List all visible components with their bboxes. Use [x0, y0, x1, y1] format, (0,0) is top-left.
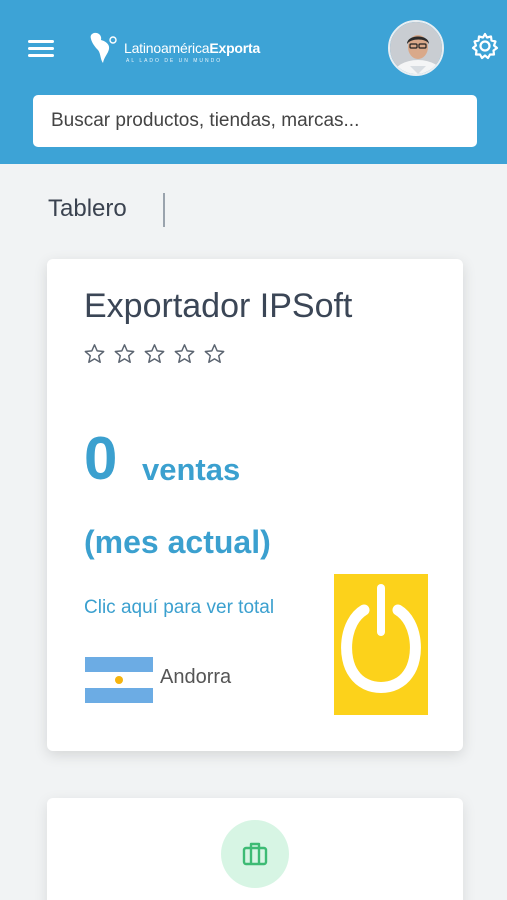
exporter-name: Exportador IPSoft: [84, 287, 353, 325]
breadcrumb-divider: [163, 193, 165, 227]
avatar[interactable]: [388, 20, 444, 76]
argentina-flag-icon: [85, 657, 153, 703]
rating-stars: [83, 343, 226, 365]
star-icon[interactable]: [113, 343, 136, 365]
star-icon[interactable]: [143, 343, 166, 365]
breadcrumb: Tablero: [48, 195, 127, 222]
avatar-image: [390, 22, 442, 74]
view-total-link[interactable]: Clic aquí para ver total: [84, 597, 274, 619]
logo-tagline: AL LADO DE UN MUNDO: [126, 58, 223, 64]
search-input[interactable]: [33, 95, 477, 147]
sales-label: ventas: [142, 452, 241, 487]
star-icon[interactable]: [173, 343, 196, 365]
sales-count: 0: [84, 425, 118, 492]
logo-wordmark: LatinoaméricaExporta: [124, 40, 261, 56]
power-icon[interactable]: [334, 574, 428, 715]
country-label: Andorra: [160, 666, 232, 688]
star-icon[interactable]: [203, 343, 226, 365]
exporter-summary-card: Exportador IPSoft 0 ventas (mes actual) …: [47, 259, 463, 751]
latin-america-map-icon: [90, 32, 117, 63]
secondary-card: [47, 798, 463, 900]
period-label: (mes actual): [84, 524, 271, 560]
brand-logo[interactable]: LatinoaméricaExporta AL LADO DE UN MUNDO: [86, 30, 286, 68]
hamburger-menu-icon[interactable]: [26, 36, 56, 62]
gear-icon[interactable]: [470, 31, 500, 61]
star-icon[interactable]: [83, 343, 106, 365]
top-bar: LatinoaméricaExporta AL LADO DE UN MUNDO: [0, 0, 507, 164]
briefcase-icon[interactable]: [221, 820, 289, 888]
